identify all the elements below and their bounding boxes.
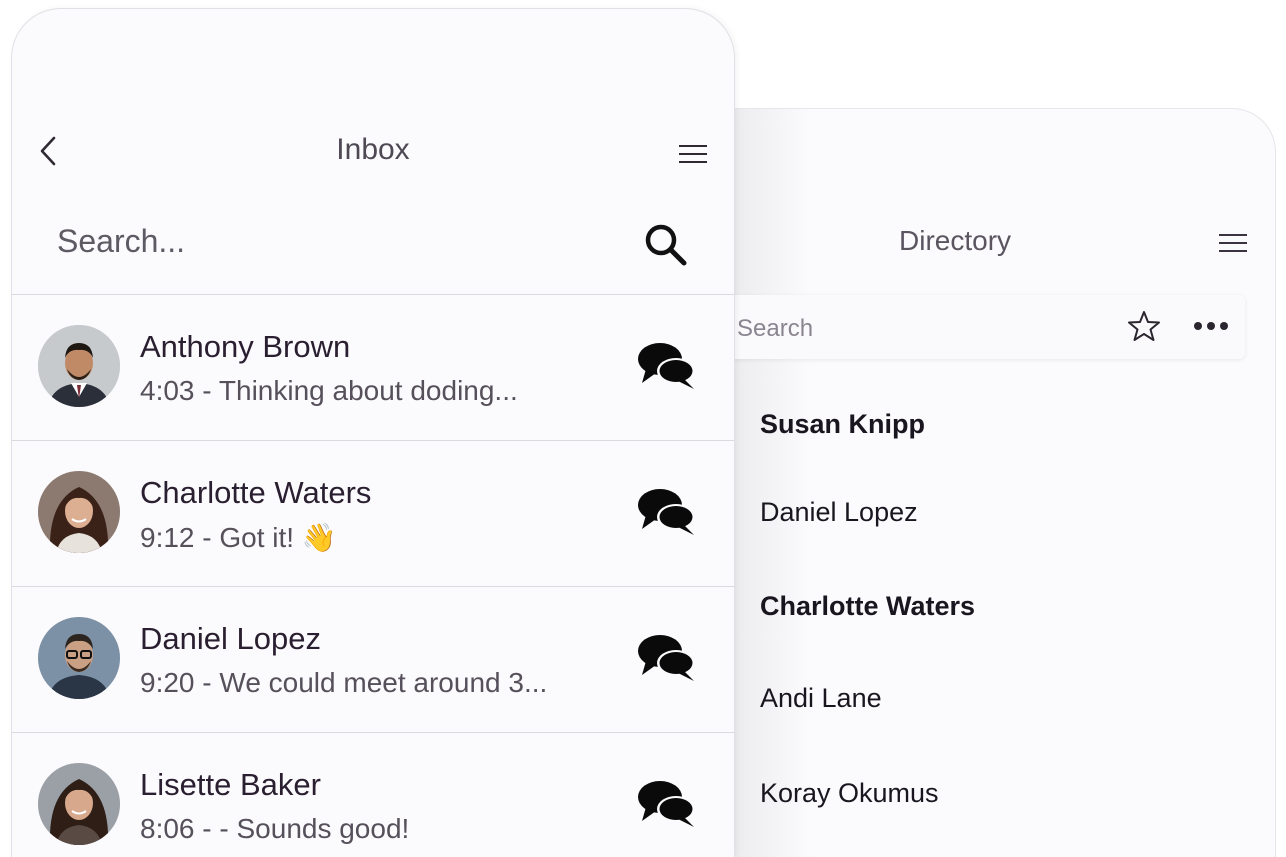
star-outline-icon[interactable] — [1127, 309, 1161, 343]
chat-bubbles-icon[interactable] — [636, 631, 698, 683]
more-horizontal-icon[interactable] — [1193, 320, 1229, 332]
conversation-row[interactable]: Daniel Lopez 9:20 - We could meet around… — [12, 586, 734, 733]
directory-item[interactable]: Susan Knipp — [760, 409, 925, 440]
contact-name: Charlotte Waters — [140, 475, 372, 510]
search-input[interactable]: Search... — [57, 223, 185, 260]
message-preview: 9:12 - Got it! 👋 — [140, 522, 337, 553]
inbox-title: Inbox — [336, 133, 410, 166]
magnifier-icon[interactable] — [642, 221, 690, 269]
message-text: Got it! 👋 — [219, 522, 337, 553]
directory-item[interactable]: Daniel Lopez — [760, 497, 918, 528]
directory-item[interactable]: Charlotte Waters — [760, 591, 975, 622]
chat-bubbles-icon[interactable] — [636, 485, 698, 537]
message-time: 4:03 — [140, 375, 195, 406]
directory-item[interactable]: Andi Lane — [760, 683, 882, 714]
message-time: 8:06 — [140, 813, 195, 844]
message-preview: 4:03 - Thinking about doding... — [140, 375, 518, 406]
contact-name: Daniel Lopez — [140, 621, 321, 656]
inbox-screen: Inbox Search... Anthony Brown 4:03 - Thi… — [11, 8, 735, 857]
message-time: 9:20 — [140, 667, 195, 698]
contact-name: Lisette Baker — [140, 767, 321, 802]
hamburger-menu-icon[interactable] — [1218, 231, 1248, 255]
directory-search-bar[interactable]: Search — [727, 295, 1245, 359]
directory-screen: Directory Search Susan Knipp Daniel Lope… — [690, 108, 1276, 857]
avatar — [38, 471, 120, 553]
contact-name: Anthony Brown — [140, 329, 351, 364]
avatar — [38, 617, 120, 699]
message-time: 9:12 — [140, 522, 195, 553]
conversation-row[interactable]: Charlotte Waters 9:12 - Got it! 👋 — [12, 440, 734, 587]
conversation-row[interactable]: Lisette Baker 8:06 - - Sounds good! — [12, 732, 734, 857]
chat-bubbles-icon[interactable] — [636, 777, 698, 829]
directory-title: Directory — [899, 225, 1012, 256]
hamburger-menu-icon[interactable] — [678, 142, 708, 166]
directory-search-placeholder[interactable]: Search — [737, 315, 813, 343]
inbox-search-bar[interactable]: Search... — [12, 199, 734, 295]
directory-item[interactable]: Koray Okumus — [760, 778, 939, 809]
conversation-row[interactable]: Anthony Brown 4:03 - Thinking about dodi… — [12, 294, 734, 441]
avatar — [38, 763, 120, 845]
message-text: We could meet around 3... — [219, 667, 548, 698]
message-text: Thinking about doding... — [218, 375, 518, 406]
message-preview: 9:20 - We could meet around 3... — [140, 667, 548, 698]
message-preview: 8:06 - - Sounds good! — [140, 813, 410, 844]
avatar — [38, 325, 120, 407]
message-text: - Sounds good! — [219, 813, 410, 844]
chat-bubbles-icon[interactable] — [636, 339, 698, 391]
